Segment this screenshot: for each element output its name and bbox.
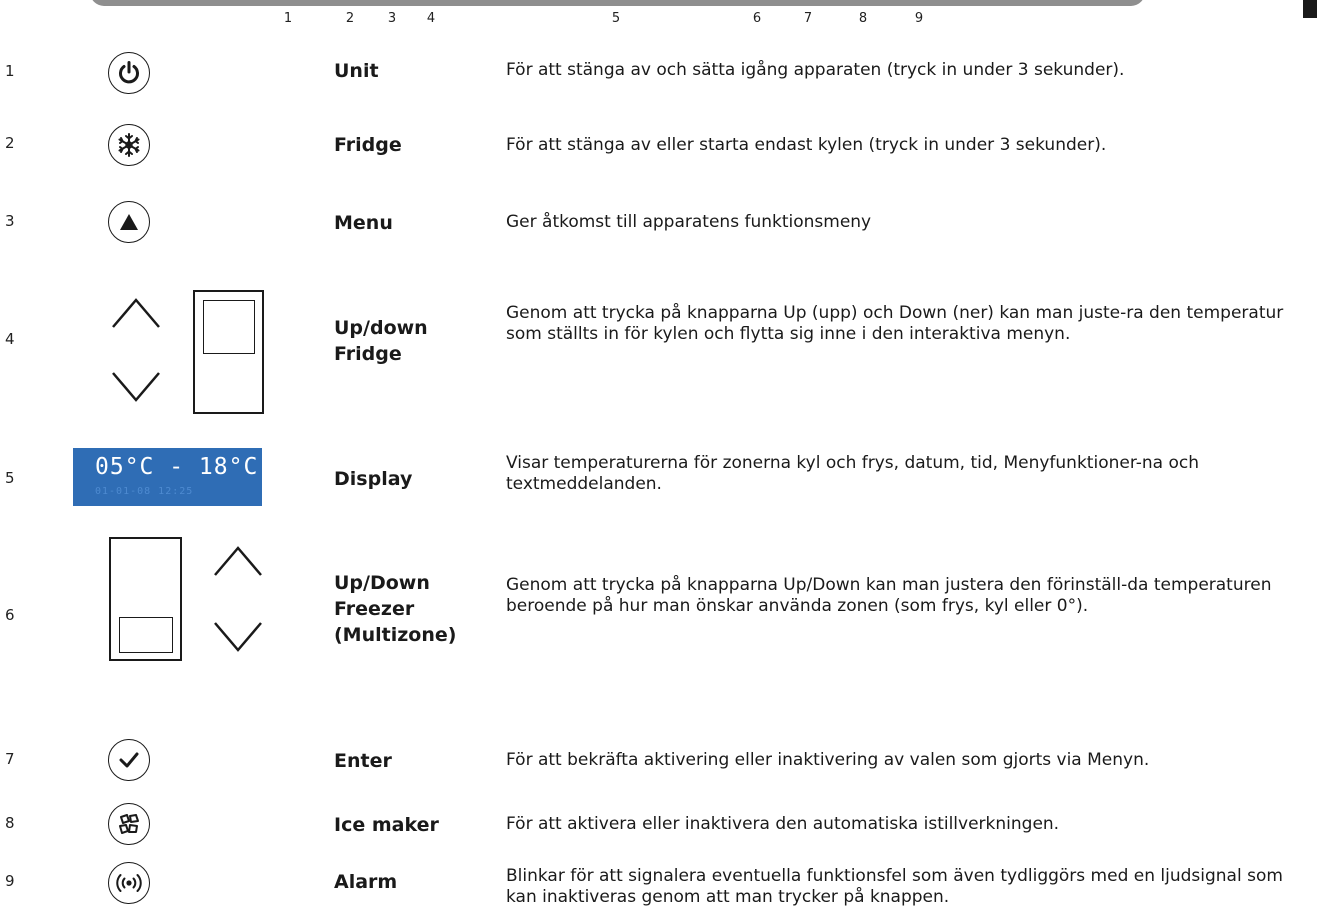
header-number-1: 1 (283, 11, 293, 26)
desc-display: Visar temperaturerna för zonerna kyl och… (506, 453, 1199, 494)
desc-up-down-freezer: Genom att trycka på knapparna Up/Down ka… (506, 575, 1272, 616)
enter-button[interactable] (108, 739, 150, 781)
ice-cube-icon (119, 814, 139, 834)
desc-menu: Ger åtkomst till apparatens funktionsmen… (506, 212, 872, 232)
snowflake-icon (118, 133, 140, 157)
desc-enter: För att bekräfta aktivering eller inakti… (506, 750, 1150, 770)
label-unit: Unit (334, 60, 379, 82)
label-menu: Menu (334, 212, 393, 234)
alarm-button[interactable] (108, 862, 150, 904)
desc-ice-maker: För att aktivera eller inaktivera den au… (506, 814, 1060, 834)
fridge-button[interactable] (108, 124, 150, 166)
display-panel: 05°C - 18°C 01-01-08 12:25 (73, 448, 262, 506)
row-number-2: 2 (5, 134, 15, 152)
row-number-3: 3 (5, 212, 15, 230)
header-number-3: 3 (387, 11, 397, 26)
label-enter: Enter (334, 750, 392, 772)
control-panel-bar (90, 0, 1145, 6)
row-number-9: 9 (5, 872, 15, 890)
desc-fridge: För att stänga av eller starta endast ky… (506, 135, 1107, 155)
header-number-2: 2 (345, 11, 355, 26)
label-ice-maker: Ice maker (334, 814, 439, 836)
desc-unit: För att stänga av och sätta igång appara… (506, 60, 1125, 80)
row-number-4: 4 (5, 330, 15, 348)
label-up-down-fridge: Up/down Fridge (334, 317, 428, 365)
triangle-up-icon (120, 214, 138, 230)
chevron-up-icon[interactable] (110, 296, 162, 330)
label-display: Display (334, 468, 413, 490)
row-number-7: 7 (5, 750, 15, 768)
header-number-8: 8 (858, 11, 868, 26)
label-fridge: Fridge (334, 134, 402, 156)
row-number-6: 6 (5, 606, 15, 624)
display-date-time: 01-01-08 12:25 (95, 486, 194, 497)
label-up-down-freezer: Up/Down Freezer (Multizone) (334, 572, 457, 646)
power-button[interactable] (108, 52, 150, 94)
freezer-slider-knob[interactable] (119, 617, 173, 653)
row-number-8: 8 (5, 814, 15, 832)
header-number-6: 6 (752, 11, 762, 26)
header-number-5: 5 (611, 11, 621, 26)
desc-up-down-fridge: Genom att trycka på knapparna Up (upp) o… (506, 303, 1284, 344)
alarm-icon (116, 874, 142, 892)
fridge-slider-frame (193, 290, 264, 414)
chevron-down-icon[interactable] (110, 370, 162, 404)
power-icon (119, 61, 139, 84)
page-edge-tab (1303, 0, 1317, 18)
freezer-slider-frame (109, 537, 182, 661)
checkmark-icon (119, 752, 139, 768)
label-alarm: Alarm (334, 871, 398, 893)
header-number-7: 7 (803, 11, 813, 26)
menu-button[interactable] (108, 201, 150, 243)
fridge-slider-knob[interactable] (203, 300, 255, 354)
chevron-down-icon[interactable] (212, 620, 264, 654)
header-number-9: 9 (914, 11, 924, 26)
chevron-up-icon[interactable] (212, 544, 264, 578)
header-number-4: 4 (426, 11, 436, 26)
row-number-1: 1 (5, 62, 15, 80)
display-temperatures: 05°C - 18°C (95, 454, 259, 480)
desc-alarm: Blinkar för att signalera eventuella fun… (506, 866, 1283, 907)
row-number-5: 5 (5, 469, 15, 487)
ice-maker-button[interactable] (108, 803, 150, 845)
